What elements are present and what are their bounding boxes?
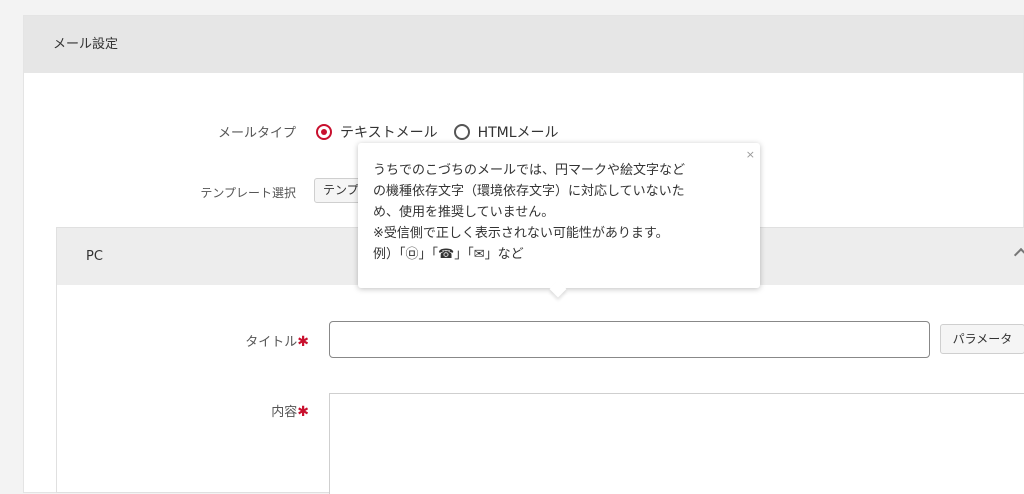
title-label: タイトル✱ xyxy=(204,331,309,350)
required-mark: ✱ xyxy=(297,404,309,420)
text-mail-radio-label[interactable]: テキストメール xyxy=(340,122,438,142)
tooltip-line: 例）「㉤」「☎」「✉」など xyxy=(373,247,524,262)
tooltip-line: め、使用を推奨していません。 xyxy=(373,205,555,220)
content-textarea[interactable] xyxy=(329,393,1024,494)
content-label-text: 内容 xyxy=(271,405,298,420)
chevron-up-icon[interactable] xyxy=(1013,247,1024,263)
mail-type-label: メールタイプ xyxy=(217,126,296,141)
character-warning-tooltip: × うちでのこづちのメールでは、円マークや絵文字など の機種依存文字（環境依存文… xyxy=(358,143,760,288)
template-select-label: テンプレート選択 xyxy=(200,186,296,200)
pc-section-title: PC xyxy=(86,249,103,264)
text-mail-radio[interactable] xyxy=(316,124,332,140)
parameter-button[interactable]: パラメータ xyxy=(940,324,1024,354)
title-label-text: タイトル xyxy=(245,335,298,350)
mail-type-radio-group: テキストメール HTMLメール xyxy=(316,122,559,142)
html-mail-radio[interactable] xyxy=(453,124,470,140)
tooltip-line: うちでのこづちのメールでは、円マークや絵文字など xyxy=(373,163,686,178)
title-input[interactable] xyxy=(329,321,930,358)
html-mail-radio-label[interactable]: HTMLメール xyxy=(478,122,559,142)
tooltip-line: の機種依存文字（環境依存文字）に対応していないた xyxy=(373,184,685,199)
required-mark: ✱ xyxy=(297,334,309,350)
content-label: 内容✱ xyxy=(204,401,309,420)
mail-settings-header: メール設定 xyxy=(24,16,1023,73)
close-icon[interactable]: × xyxy=(746,144,755,165)
tooltip-line: ※受信側で正しく表示されない可能性があります。 xyxy=(373,226,669,241)
